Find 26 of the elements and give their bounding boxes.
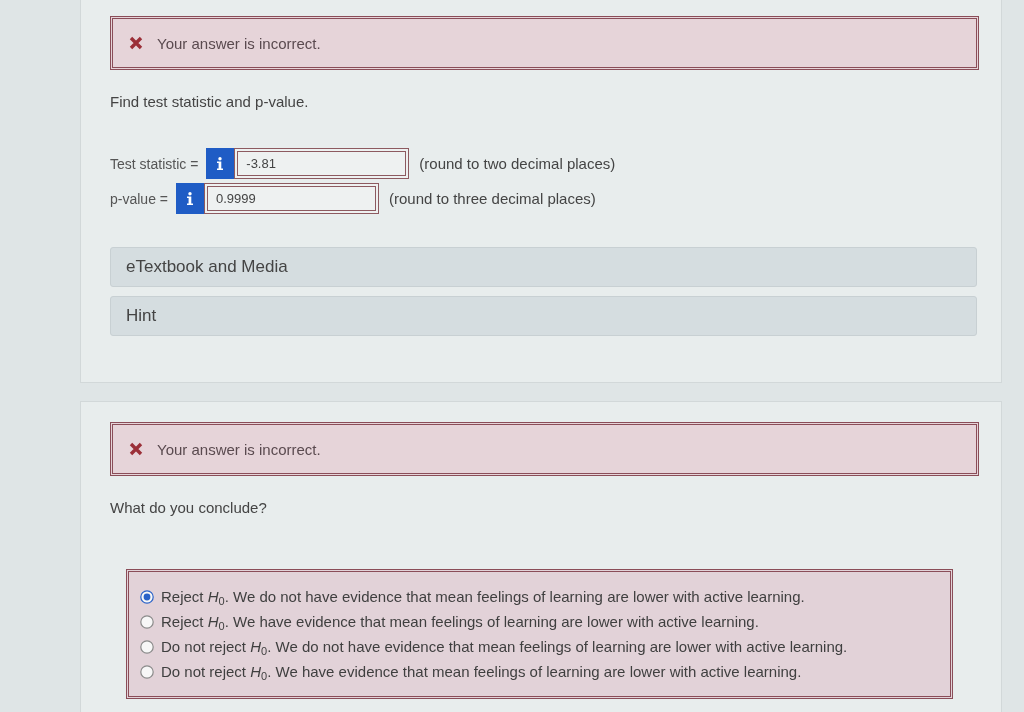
- radio-button[interactable]: [140, 664, 154, 679]
- info-button[interactable]: [206, 148, 235, 179]
- field-label: Test statistic =: [110, 155, 199, 172]
- radio-button[interactable]: [140, 614, 154, 629]
- info-icon: [216, 157, 225, 170]
- answer-field[interactable]: -3.81: [234, 148, 410, 179]
- feedback-message: Your answer is incorrect.: [157, 34, 321, 52]
- option-text: Reject H$_{0}$. We have evidence that mean feelings of learning are lower with active learning.: [161, 613, 759, 630]
- section-toggle[interactable]: eTextbook and Media: [110, 247, 977, 287]
- answer-field[interactable]: 0.9999: [204, 183, 379, 214]
- cross-icon: [129, 36, 143, 50]
- field-label: p-value =: [110, 190, 168, 207]
- rounding-note: (round to two decimal places): [419, 155, 616, 172]
- feedback-message: Your answer is incorrect.: [157, 440, 321, 458]
- radio-button[interactable]: [140, 589, 154, 604]
- radio-button[interactable]: [140, 639, 154, 654]
- option-text: Reject H$_{0}$. We do not have evidence that mean feelings of learning are lower with active learning.: [161, 588, 805, 605]
- option-text: Do not reject H$_{0}$. We do not have evidence that mean feelings of learning are lower with active learning.: [161, 638, 848, 655]
- info-button[interactable]: [176, 183, 204, 214]
- option-text: Do not reject H$_{0}$. We have evidence that mean feelings of learning are lower with active learning.: [161, 663, 802, 680]
- section-toggle[interactable]: Hint: [110, 296, 977, 336]
- question-prompt: Find test statistic and p-value.: [110, 92, 309, 112]
- cross-icon: [129, 442, 143, 456]
- rounding-note: (round to three decimal places): [389, 190, 596, 207]
- info-icon: [186, 192, 194, 205]
- question-prompt: What do you conclude?: [110, 498, 267, 518]
